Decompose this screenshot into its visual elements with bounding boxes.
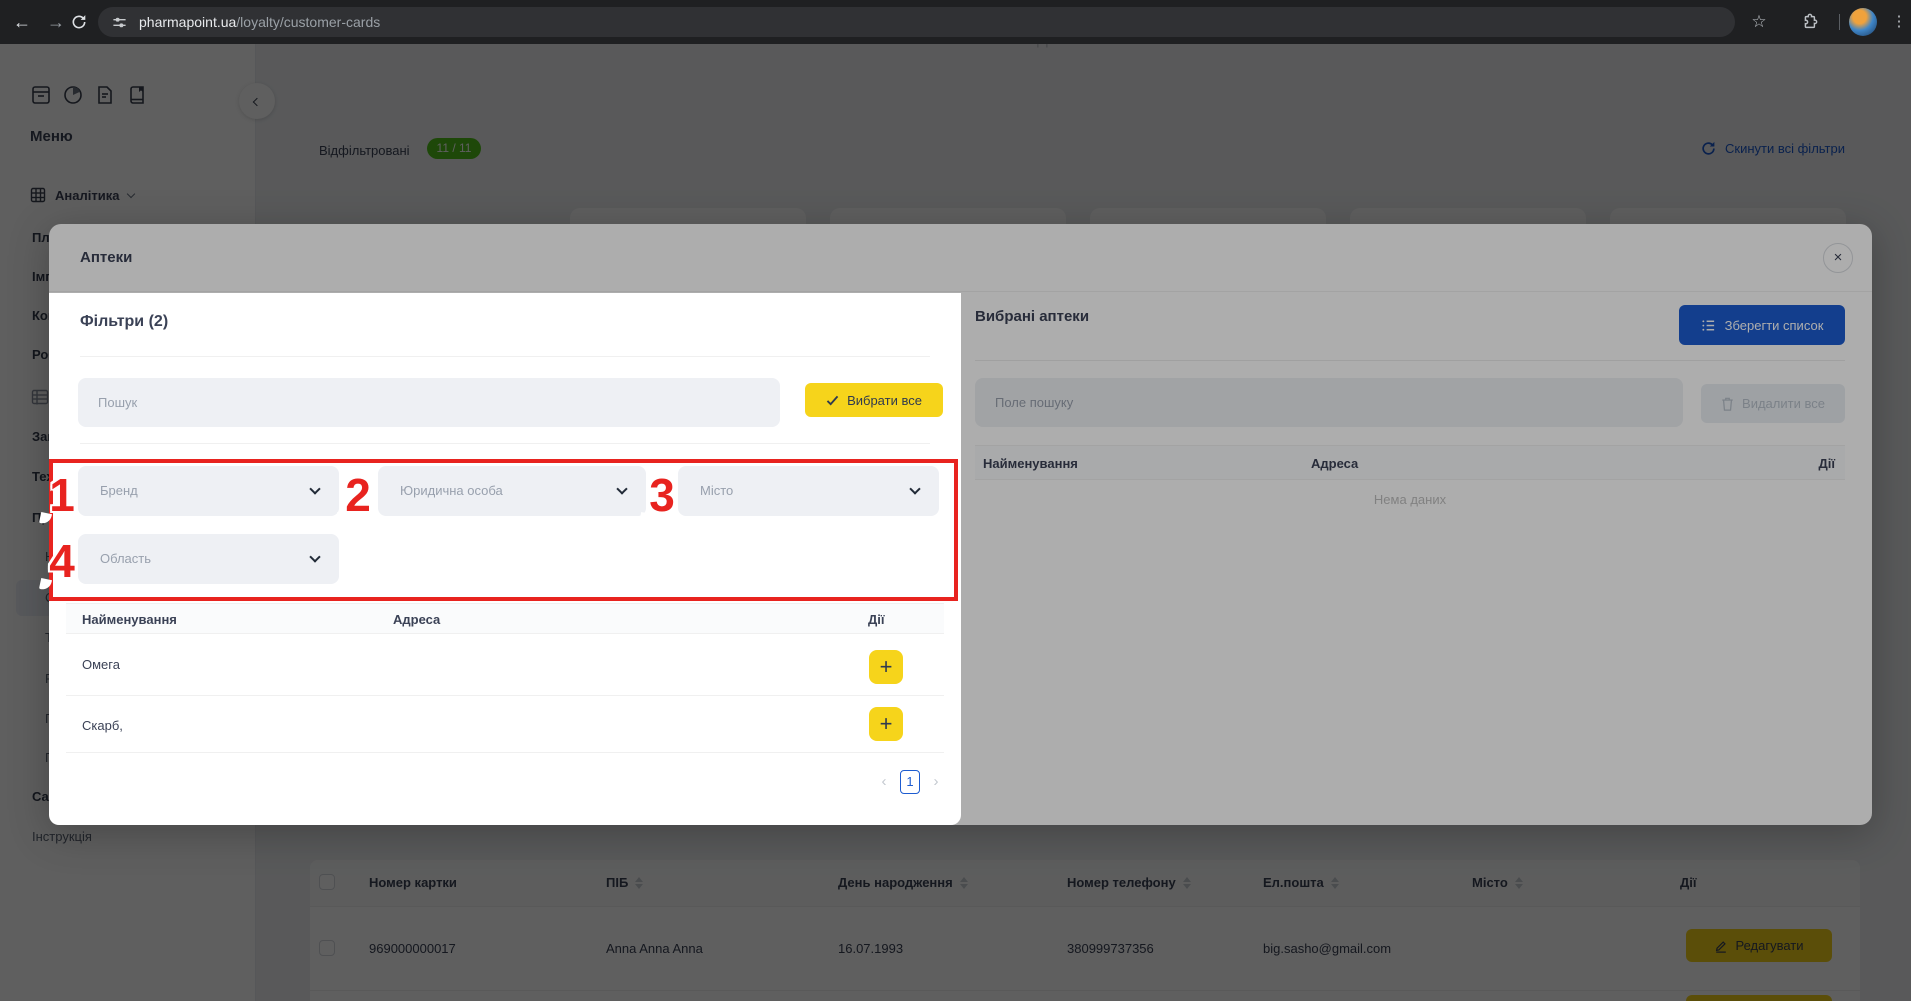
divider bbox=[1839, 14, 1840, 30]
url-text: pharmapoint.ua/loyalty/customer-cards bbox=[139, 14, 380, 30]
url-domain: pharmapoint.ua bbox=[139, 14, 236, 30]
add-pharmacy-button[interactable]: + bbox=[869, 707, 903, 741]
plus-icon: + bbox=[880, 654, 893, 679]
select-all-button[interactable]: Вибрати все bbox=[805, 383, 943, 417]
forward-button[interactable]: → bbox=[40, 0, 72, 44]
annotation-badge-4: 4 bbox=[44, 538, 80, 584]
annotation-badge-2: 2 bbox=[340, 472, 376, 518]
search-input[interactable] bbox=[78, 378, 780, 427]
pharmacy-name: Омега bbox=[82, 657, 120, 672]
site-settings-icon[interactable] bbox=[112, 15, 127, 30]
url-path: /loyalty/customer-cards bbox=[236, 14, 380, 30]
check-icon bbox=[826, 395, 839, 406]
row-divider bbox=[66, 752, 944, 753]
divider bbox=[80, 356, 930, 357]
back-button[interactable]: ← bbox=[6, 0, 38, 44]
divider bbox=[80, 443, 930, 444]
pharmacy-name: Скарб, bbox=[82, 718, 123, 733]
browser-chrome: ← → pharmapoint.ua/loyalty/customer-card… bbox=[0, 0, 1911, 44]
col-address: Адреса bbox=[393, 612, 440, 627]
pagination-next[interactable]: › bbox=[929, 770, 943, 794]
annotation-badge-3: 3 bbox=[644, 472, 680, 518]
row-divider bbox=[66, 695, 944, 696]
annotation-rectangle bbox=[49, 459, 958, 601]
screen: Даних немає Відфільтровані 11 / 11 Скину… bbox=[0, 0, 1911, 1001]
plus-icon: + bbox=[880, 711, 893, 736]
add-pharmacy-button[interactable]: + bbox=[869, 650, 903, 684]
pagination-prev[interactable]: ‹ bbox=[877, 770, 891, 794]
profile-avatar[interactable] bbox=[1849, 8, 1877, 36]
annotation-badge-1: 1 bbox=[44, 472, 80, 518]
pagination-page-1[interactable]: 1 bbox=[900, 770, 920, 794]
filters-title: Фільтри (2) bbox=[80, 313, 168, 331]
reload-button[interactable] bbox=[70, 13, 88, 31]
extensions-icon[interactable] bbox=[1800, 13, 1818, 31]
col-name: Найменування bbox=[82, 612, 177, 627]
bookmark-star-icon[interactable]: ☆ bbox=[1746, 0, 1772, 44]
pharmacies-table-header: Найменування Адреса Дії bbox=[66, 603, 944, 634]
url-bar[interactable]: pharmapoint.ua/loyalty/customer-cards bbox=[98, 7, 1735, 37]
col-actions: Дії bbox=[868, 612, 885, 627]
menu-kebab-icon[interactable]: ⋮ bbox=[1889, 0, 1909, 44]
